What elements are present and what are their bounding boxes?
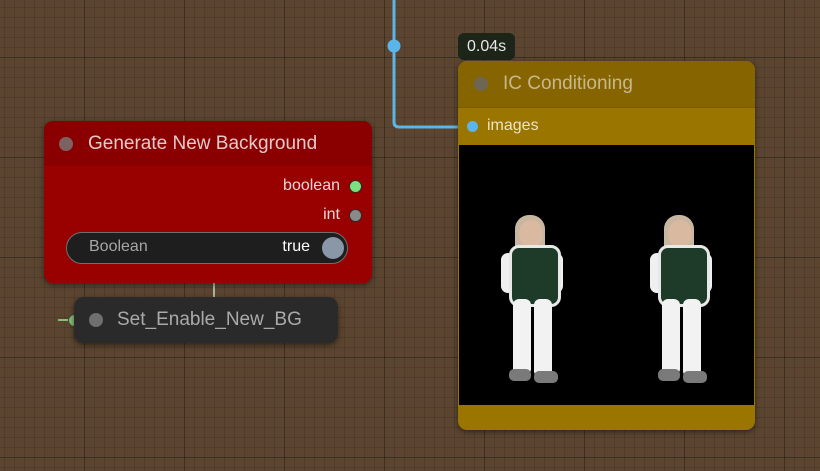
boolean-output-label: boolean: [283, 177, 340, 194]
images-link-wire[interactable]: [392, 0, 467, 129]
execution-time-badge: 0.04s: [458, 33, 516, 60]
image-preview[interactable]: [459, 145, 754, 405]
generate-new-background-node[interactable]: Generate New Background boolean int Bool…: [44, 121, 372, 283]
person-image-left: [497, 215, 567, 390]
images-link-midpoint[interactable]: [387, 39, 401, 53]
boolean-output-slot[interactable]: boolean: [283, 174, 362, 198]
ic-conditioning-node[interactable]: IC Conditioning images: [458, 61, 755, 430]
boolean-toggle-widget[interactable]: Boolean true: [66, 232, 348, 264]
set-enable-new-bg-node[interactable]: Set_Enable_New_BG: [74, 297, 338, 343]
int-output-label: int: [323, 206, 340, 223]
collapse-dot-icon[interactable]: [59, 136, 73, 151]
generate-new-background-title: Generate New Background: [88, 132, 318, 154]
images-input-dot-icon[interactable]: [467, 120, 478, 132]
boolean-output-dot-icon[interactable]: [349, 179, 362, 193]
toggle-knob-icon[interactable]: [322, 237, 344, 259]
int-output-slot[interactable]: int: [323, 203, 362, 227]
boolean-widget-label: Boolean: [89, 238, 148, 255]
ic-conditioning-header[interactable]: IC Conditioning: [458, 61, 755, 108]
images-input-label: images: [487, 117, 539, 134]
set-enable-new-bg-title: Set_Enable_New_BG: [117, 309, 302, 330]
boolean-widget-value: true: [282, 238, 310, 255]
ic-conditioning-title: IC Conditioning: [503, 73, 633, 94]
person-image-right: [646, 215, 716, 390]
images-input-slot[interactable]: images: [458, 108, 755, 144]
execution-time-text: 0.04s: [467, 38, 507, 55]
int-output-dot-icon[interactable]: [349, 208, 362, 222]
collapse-dot-icon[interactable]: [474, 77, 488, 91]
generate-new-background-header[interactable]: Generate New Background: [44, 121, 372, 166]
collapse-dot-icon[interactable]: [89, 313, 103, 327]
